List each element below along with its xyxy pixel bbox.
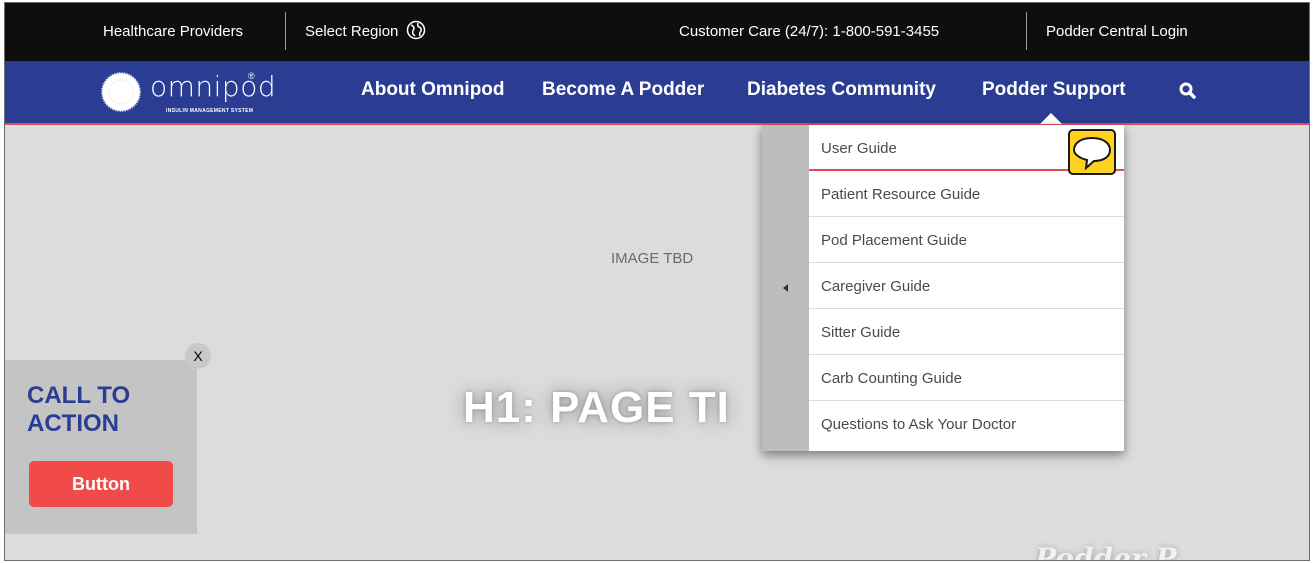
dropdown-collapse-rail[interactable] bbox=[762, 125, 809, 451]
utility-divider bbox=[1026, 12, 1027, 50]
menu-item-caregiver-guide[interactable]: Caregiver Guide bbox=[809, 263, 1124, 309]
chat-bubble-icon[interactable] bbox=[1068, 129, 1116, 175]
menu-item-sitter-guide[interactable]: Sitter Guide bbox=[809, 309, 1124, 355]
menu-item-pod-placement-guide[interactable]: Pod Placement Guide bbox=[809, 217, 1124, 263]
cta-button[interactable]: Button bbox=[29, 461, 173, 507]
logo-ring-icon bbox=[101, 72, 141, 112]
hero-image-placeholder: IMAGE TBD bbox=[611, 250, 694, 267]
podder-central-login-link[interactable]: Podder Central Login bbox=[1046, 3, 1188, 61]
dropdown-caret bbox=[1040, 113, 1062, 124]
logo-registered-mark: ® bbox=[248, 71, 255, 81]
chevron-left-icon bbox=[783, 284, 788, 292]
menu-item-patient-resource-guide[interactable]: Patient Resource Guide bbox=[809, 171, 1124, 217]
logo-tagline: INSULIN MANAGEMENT SYSTEM bbox=[166, 108, 254, 114]
menu-item-carb-counting-guide[interactable]: Carb Counting Guide bbox=[809, 355, 1124, 401]
main-nav: omnipod ® INSULIN MANAGEMENT SYSTEM Abou… bbox=[5, 61, 1309, 125]
page-frame: Healthcare Providers Select Region Custo… bbox=[4, 2, 1310, 561]
omnipod-logo[interactable]: omnipod ® INSULIN MANAGEMENT SYSTEM bbox=[100, 69, 276, 117]
cta-close-button[interactable]: X bbox=[185, 343, 211, 369]
hero-script-text: Podder P bbox=[1035, 542, 1177, 561]
cta-title: CALL TO ACTION bbox=[27, 382, 131, 437]
nav-about-omnipod[interactable]: About Omnipod bbox=[361, 61, 505, 123]
customer-care-link[interactable]: Customer Care (24/7): 1-800-591-3455 bbox=[679, 3, 939, 61]
nav-become-a-podder[interactable]: Become A Podder bbox=[542, 61, 704, 123]
nav-diabetes-community[interactable]: Diabetes Community bbox=[747, 61, 936, 123]
logo-wordmark: omnipod bbox=[150, 70, 277, 103]
healthcare-providers-link[interactable]: Healthcare Providers bbox=[103, 3, 243, 61]
search-icon[interactable] bbox=[1178, 81, 1198, 101]
utility-bar: Healthcare Providers Select Region Custo… bbox=[5, 3, 1309, 61]
utility-divider bbox=[285, 12, 286, 50]
select-region-link[interactable]: Select Region bbox=[305, 3, 426, 61]
select-region-label: Select Region bbox=[305, 23, 399, 40]
page-title: H1: PAGE TI bbox=[463, 383, 730, 432]
menu-item-questions-to-ask-your-doctor[interactable]: Questions to Ask Your Doctor bbox=[809, 401, 1124, 447]
globe-icon bbox=[407, 20, 426, 40]
call-to-action-panel: CALL TO ACTION Button bbox=[5, 360, 197, 534]
podder-support-dropdown: User Guide Patient Resource Guide Pod Pl… bbox=[762, 125, 1124, 451]
